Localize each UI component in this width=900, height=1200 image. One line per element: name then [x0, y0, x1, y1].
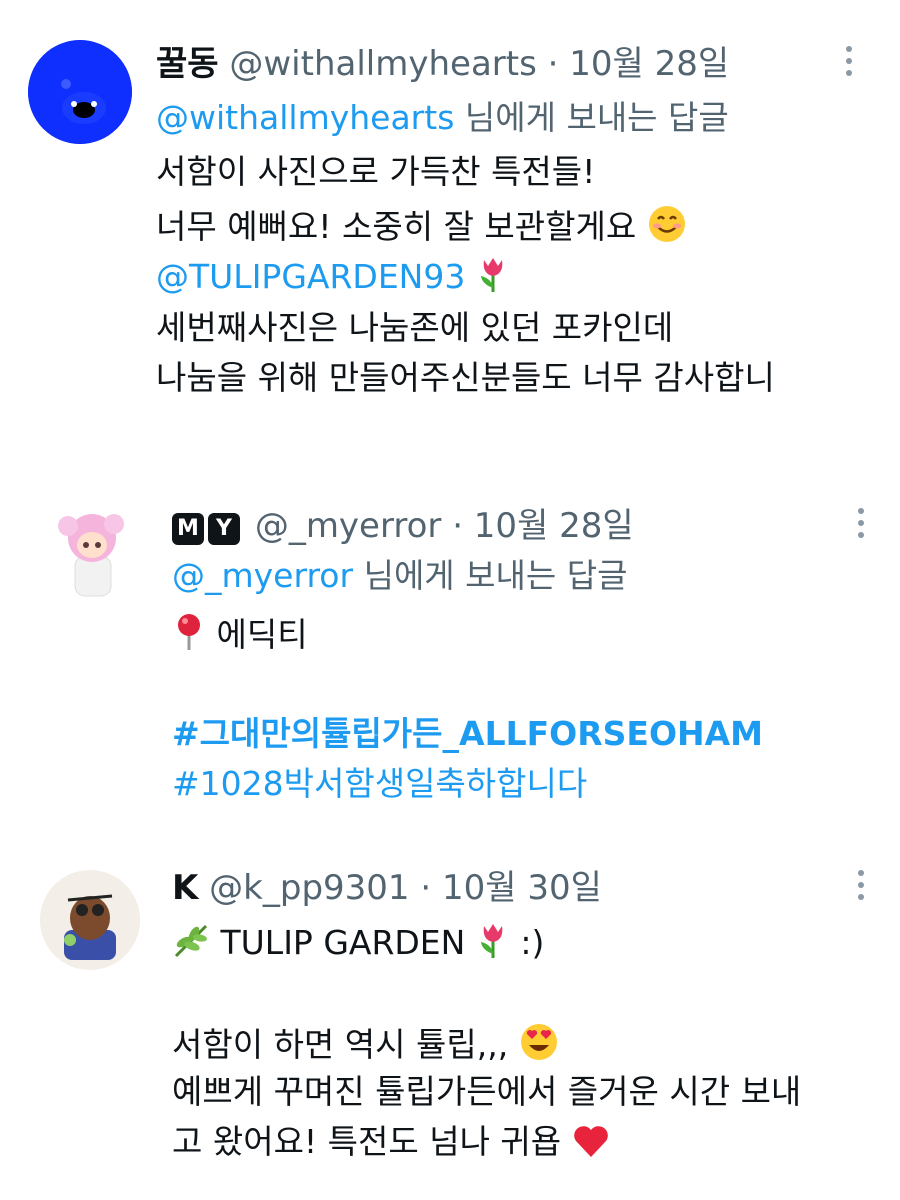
avatar[interactable] — [40, 500, 140, 600]
tweet-text-line: 너무 예뻐요! 소중히 잘 보관할게요 — [156, 204, 687, 253]
more-vertical-icon[interactable] — [858, 508, 866, 538]
avatar[interactable] — [28, 40, 132, 144]
display-name[interactable]: MY — [172, 506, 255, 546]
hashtag-link[interactable]: #그대만의튤립가든_ALLFORSEOHAM — [172, 714, 763, 754]
tweet-header: K @k_pp9301 · 10월 30일 — [172, 868, 602, 908]
reply-to-label: 님에게 보내는 답글 — [464, 98, 729, 137]
smiling-face-emoji — [647, 204, 687, 253]
more-vertical-icon[interactable] — [846, 46, 854, 76]
herb-emoji — [172, 920, 210, 969]
user-handle[interactable]: @_myerror — [255, 506, 442, 546]
display-name[interactable]: K — [172, 868, 198, 908]
tweet-text-line: 세번째사진은 나눔존에 있던 포카인데 — [156, 308, 674, 347]
reply-to-handle-link[interactable]: @_myerror — [172, 556, 353, 595]
tulip-emoji — [476, 254, 510, 303]
name-badge-m: M — [172, 513, 204, 545]
more-vertical-icon[interactable] — [858, 870, 866, 900]
round-pushpin-emoji — [172, 612, 206, 661]
user-handle[interactable]: @k_pp9301 — [209, 868, 409, 908]
red-heart-emoji — [572, 1123, 610, 1168]
tweet-text-segment: 서함이 하면 역시 튤립,,, — [172, 1025, 509, 1064]
hashtag-link[interactable]: #1028박서함생일축하합니다 — [172, 764, 587, 804]
tweet-text-segment: 너무 예뻐요! 소중히 잘 보관할게요 — [156, 207, 637, 246]
tweet-date[interactable]: · 10월 28일 — [452, 506, 634, 546]
tweet-header: MY @_myerror · 10월 28일 — [172, 506, 634, 546]
tulip-emoji — [476, 920, 510, 969]
tweet-text-segment: TULIP GARDEN — [220, 923, 466, 962]
reply-tweet-3[interactable]: K @k_pp9301 · 10월 30일 TULIP GARDEN :) 서함… — [0, 840, 900, 1200]
display-name[interactable]: 꿀동 — [156, 44, 219, 84]
tweet-text-line: 예쁘게 꾸며진 튤립가든에서 즐거운 시간 보내 — [172, 1072, 802, 1111]
replying-to: @_myerror 님에게 보내는 답글 — [172, 556, 627, 596]
replying-to: @withallmyhearts 님에게 보내는 답글 — [156, 98, 729, 138]
tweet-text-segment: 에딕티 — [216, 615, 308, 654]
tweet-text-line: 서함이 사진으로 가득찬 특전들! — [156, 152, 596, 191]
tweet-header: 꿀동 @withallmyhearts · 10월 28일 — [156, 44, 729, 84]
avatar[interactable] — [40, 870, 140, 970]
heart-eyes-emoji — [519, 1022, 559, 1071]
tweet-text-line: 에딕티 — [172, 612, 308, 661]
tweet-text-segment: :) — [520, 923, 545, 962]
reply-tweet-1[interactable]: 꿀동 @withallmyhearts · 10월 28일 @withallmy… — [0, 0, 900, 450]
avatar-doll-icon — [58, 514, 124, 597]
avatar-blob-icon — [28, 40, 132, 144]
tweet-text-segment: 고 왔어요! 특전도 넘나 귀욥 — [172, 1122, 562, 1161]
tweet-date[interactable]: · 10월 30일 — [420, 868, 602, 908]
avatar-character-icon — [40, 870, 140, 970]
name-badge-y: Y — [208, 513, 240, 545]
reply-to-label: 님에게 보내는 답글 — [363, 556, 628, 595]
reply-to-handle-link[interactable]: @withallmyhearts — [156, 98, 454, 137]
tweet-text-line: @TULIPGARDEN93 — [156, 254, 510, 303]
tweet-date[interactable]: · 10월 28일 — [548, 44, 730, 84]
mention-link[interactable]: @TULIPGARDEN93 — [156, 257, 465, 296]
tweet-text-line: 서함이 하면 역시 튤립,,, — [172, 1022, 559, 1071]
tweet-text-line: 고 왔어요! 특전도 넘나 귀욥 — [172, 1122, 610, 1168]
user-handle[interactable]: @withallmyhearts — [229, 44, 536, 84]
tweet-text-line: 나눔을 위해 만들어주신분들도 너무 감사합니 — [156, 358, 775, 397]
tweet-text-line: TULIP GARDEN :) — [172, 920, 544, 969]
reply-tweet-2[interactable]: MY @_myerror · 10월 28일 @_myerror 님에게 보내는… — [0, 450, 900, 840]
